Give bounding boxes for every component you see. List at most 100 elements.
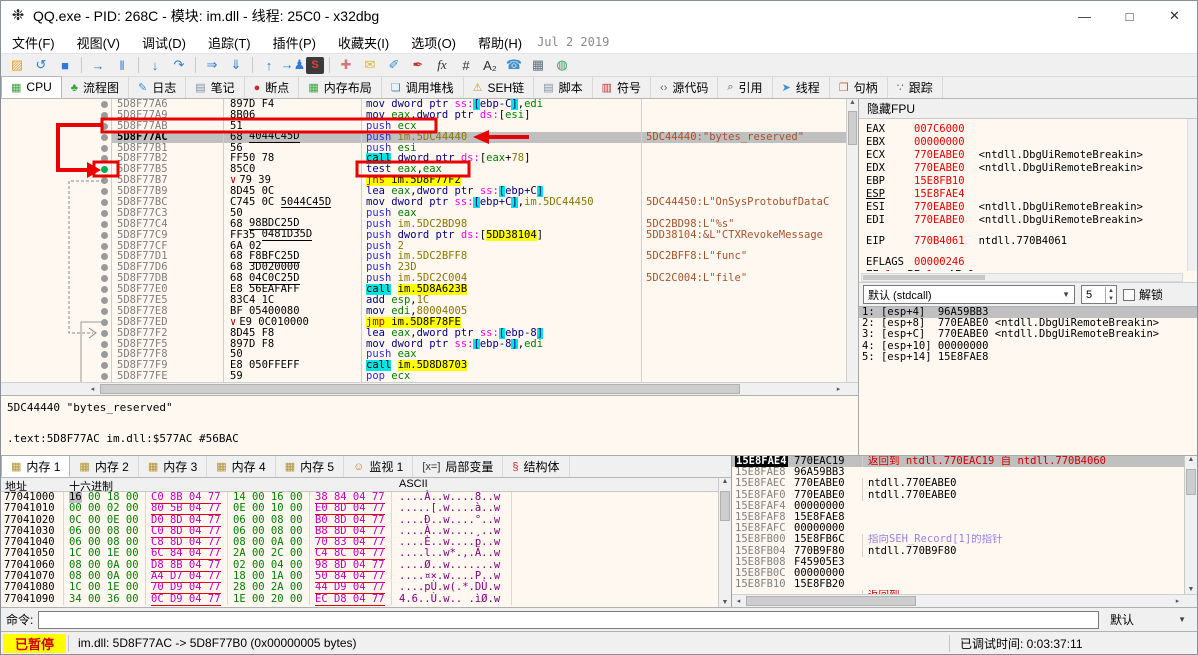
- stop-icon[interactable]: ■: [54, 55, 76, 75]
- breakpoint-dot[interactable]: [97, 307, 111, 315]
- restart-icon[interactable]: ↺: [30, 55, 52, 75]
- breakpoint-dot[interactable]: [97, 373, 111, 381]
- scroll-right-icon[interactable]: ▸: [832, 383, 845, 395]
- dump-hex-group[interactable]: 80 5B 04 77: [145, 502, 227, 516]
- tab-跟踪[interactable]: ∵ 跟踪: [888, 77, 943, 98]
- dump-vertical-scrollbar[interactable]: ▲ ▼: [718, 478, 731, 607]
- tab-源代码[interactable]: ‹› 源代码: [651, 77, 719, 98]
- flags-line[interactable]: ZF 1PF 1AF 0: [866, 269, 1197, 271]
- dump-hex-group[interactable]: E0 8D 04 77: [309, 502, 391, 516]
- breakpoint-dot[interactable]: [97, 275, 111, 283]
- breakpoint-dot[interactable]: [97, 111, 111, 119]
- close-button[interactable]: ✕: [1152, 1, 1197, 31]
- menu-item[interactable]: 追踪(T): [197, 31, 262, 54]
- tab-引用[interactable]: ⌕ 引用: [718, 77, 773, 98]
- tab-内存 3[interactable]: ▦ 内存 3: [139, 456, 208, 477]
- menu-item[interactable]: 帮助(H): [467, 31, 533, 54]
- tab-内存布局[interactable]: ▦ 内存布局: [299, 77, 382, 98]
- run-icon[interactable]: →: [87, 55, 109, 75]
- favourite-pen-icon[interactable]: ✒: [407, 55, 429, 75]
- open-file-icon[interactable]: ▨: [6, 55, 28, 75]
- dump-row[interactable]: 77041090 34 00 36 00 0C D9 04 77 1E 00 20 0…: [1, 592, 731, 606]
- register-row-EIP[interactable]: EIP 770B4061 ntdll.770B4061: [866, 235, 1197, 248]
- register-row-ECX[interactable]: ECX 770EABE0 <ntdll.DbgUiRemoteBreakin>: [866, 149, 1197, 162]
- scroll-right-icon[interactable]: ▸: [1171, 595, 1184, 607]
- tab-笔记[interactable]: ▤ 笔记: [186, 77, 245, 98]
- step-into-icon[interactable]: ↓: [144, 55, 166, 75]
- args-depth-stepper[interactable]: 5 ▲ ▼: [1081, 285, 1117, 304]
- dump-hex-group[interactable]: 44 D9 04 77: [309, 581, 391, 595]
- tab-内存 1[interactable]: ▦ 内存 1: [1, 456, 71, 477]
- tab-线程[interactable]: ➤ 线程: [773, 77, 830, 98]
- run-to-user-icon[interactable]: ⇒: [201, 55, 223, 75]
- register-row-EBX[interactable]: EBX 00000000: [866, 136, 1197, 149]
- breakpoint-dot[interactable]: [97, 209, 111, 217]
- breakpoint-dot[interactable]: [97, 166, 111, 174]
- breakpoint-dot[interactable]: [97, 188, 111, 196]
- menu-item[interactable]: 选项(O): [400, 31, 467, 54]
- menu-item[interactable]: 视图(V): [66, 31, 131, 54]
- dump-hex-group[interactable]: EC D8 04 77: [309, 592, 391, 606]
- register-row-EBP[interactable]: EBP 15E8FB10: [866, 175, 1197, 188]
- argument-row[interactable]: 5: [esp+14] 15E8FAE8: [859, 351, 1197, 363]
- menu-item[interactable]: 文件(F): [1, 31, 66, 54]
- comment-icon[interactable]: ✉: [359, 55, 381, 75]
- dump-hex-group[interactable]: 0C D9 04 77: [145, 592, 227, 606]
- breakpoint-dot[interactable]: [97, 242, 111, 250]
- argument-row[interactable]: 3: [esp+C] 770EABE0 <ntdll.DbgUiRemoteBr…: [859, 329, 1197, 340]
- minimize-button[interactable]: —: [1062, 1, 1107, 31]
- dump-hex-group[interactable]: 34 00 36 00: [63, 593, 145, 605]
- breakpoint-dot[interactable]: [97, 351, 111, 359]
- dump-hex-group[interactable]: 1E 00 20 00: [227, 593, 309, 605]
- scylla-icon[interactable]: S: [306, 56, 324, 74]
- call-arguments-list[interactable]: 1: [esp+4] 96A59BB3 2: [esp+8] 770EABE0 <…: [859, 306, 1197, 455]
- registers-vertical-scrollbar[interactable]: [1187, 119, 1197, 271]
- checkbox-icon[interactable]: [1123, 288, 1135, 301]
- breakpoint-dot[interactable]: [97, 362, 111, 370]
- dump-hex-group[interactable]: 70 D9 04 77: [145, 581, 227, 595]
- breakpoint-dot[interactable]: [97, 220, 111, 228]
- breakpoint-dot[interactable]: [97, 100, 111, 108]
- register-row-EFLAGS[interactable]: EFLAGS 00000246: [866, 256, 1197, 269]
- disassembly-pane[interactable]: 5D8F77A6 897D F4 mov dword ptr ss:[ebp-C],…: [1, 99, 858, 455]
- breakpoint-dot[interactable]: [97, 318, 111, 326]
- unlock-checkbox[interactable]: 解锁: [1123, 286, 1163, 303]
- step-over-icon[interactable]: ↷: [168, 55, 190, 75]
- breakpoint-dot[interactable]: [97, 329, 111, 337]
- registers-horizontal-scrollbar[interactable]: [861, 273, 1183, 282]
- disasm-horizontal-scrollbar[interactable]: ◂ ▸: [1, 382, 858, 395]
- command-input[interactable]: [38, 610, 1099, 629]
- breakpoint-dot[interactable]: [97, 296, 111, 304]
- breakpoint-dot[interactable]: [97, 340, 111, 348]
- execute-till-return-icon[interactable]: ⇓: [225, 55, 247, 75]
- menu-item[interactable]: 调试(D): [131, 31, 197, 54]
- tab-句柄[interactable]: ❒ 句柄: [830, 77, 888, 98]
- breakpoint-dot[interactable]: [97, 133, 111, 141]
- tab-内存 2[interactable]: ▦ 内存 2: [70, 456, 139, 477]
- memory-dump-pane[interactable]: 地址 十六进制 ASCII 77041000 16 00 18 00 C0 8B 0…: [1, 478, 731, 607]
- breakpoint-dot[interactable]: [97, 286, 111, 294]
- attach-icon[interactable]: →♟: [281, 55, 306, 75]
- command-script-dropdown[interactable]: 默认 ▼: [1104, 611, 1192, 629]
- tab-内存 4[interactable]: ▦ 内存 4: [207, 456, 276, 477]
- tab-断点[interactable]: ● 断点: [245, 77, 300, 98]
- stack-row[interactable]: 15E8FB04 770B9F80 ntdll.770B9F80: [732, 545, 1197, 557]
- menu-item[interactable]: 插件(P): [262, 31, 327, 54]
- font-icon[interactable]: A₂: [479, 55, 501, 75]
- tab-流程图[interactable]: ♣ 流程图: [62, 77, 129, 98]
- stack-horizontal-scrollbar[interactable]: ◂ ▸: [732, 594, 1197, 607]
- scroll-left-icon[interactable]: ◂: [732, 595, 745, 607]
- register-row-EAX[interactable]: EAX 007C6000: [866, 123, 1197, 136]
- tab-结构体[interactable]: § 结构体: [503, 456, 570, 477]
- tab-脚本[interactable]: ▤ 脚本: [534, 77, 593, 98]
- stack-row[interactable]: 15E8FB10 15E8FB20: [732, 578, 1197, 590]
- hash-icon[interactable]: #: [455, 55, 477, 75]
- tab-日志[interactable]: ✎ 日志: [129, 77, 187, 98]
- stack-pane[interactable]: 15E8FAE4 770EAC19 返回到 ntdll.770EAC19 自 ntd…: [731, 456, 1197, 607]
- pause-icon[interactable]: ‖: [111, 55, 133, 75]
- calculator-icon[interactable]: ▦: [527, 55, 549, 75]
- stack-vertical-scrollbar[interactable]: ▲ ▼: [1184, 456, 1197, 594]
- highlight-icon[interactable]: ✐: [383, 55, 405, 75]
- maximize-button[interactable]: □: [1107, 1, 1152, 31]
- breakpoint-dot[interactable]: [97, 144, 111, 152]
